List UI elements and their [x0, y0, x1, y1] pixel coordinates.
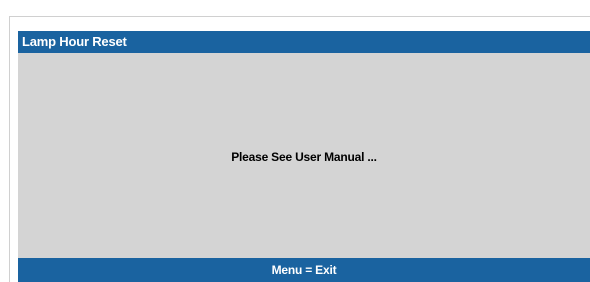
menu-exit-hint: Menu = Exit [271, 263, 337, 277]
dialog-message: Please See User Manual ... [231, 150, 377, 164]
dialog-content: Please See User Manual ... [18, 53, 590, 258]
dialog-title: Lamp Hour Reset [22, 34, 127, 49]
dialog-footer-bar: Menu = Exit [18, 258, 590, 282]
lamp-hour-reset-dialog: Lamp Hour Reset Please See User Manual .… [18, 31, 590, 282]
dialog-title-bar: Lamp Hour Reset [18, 31, 590, 53]
